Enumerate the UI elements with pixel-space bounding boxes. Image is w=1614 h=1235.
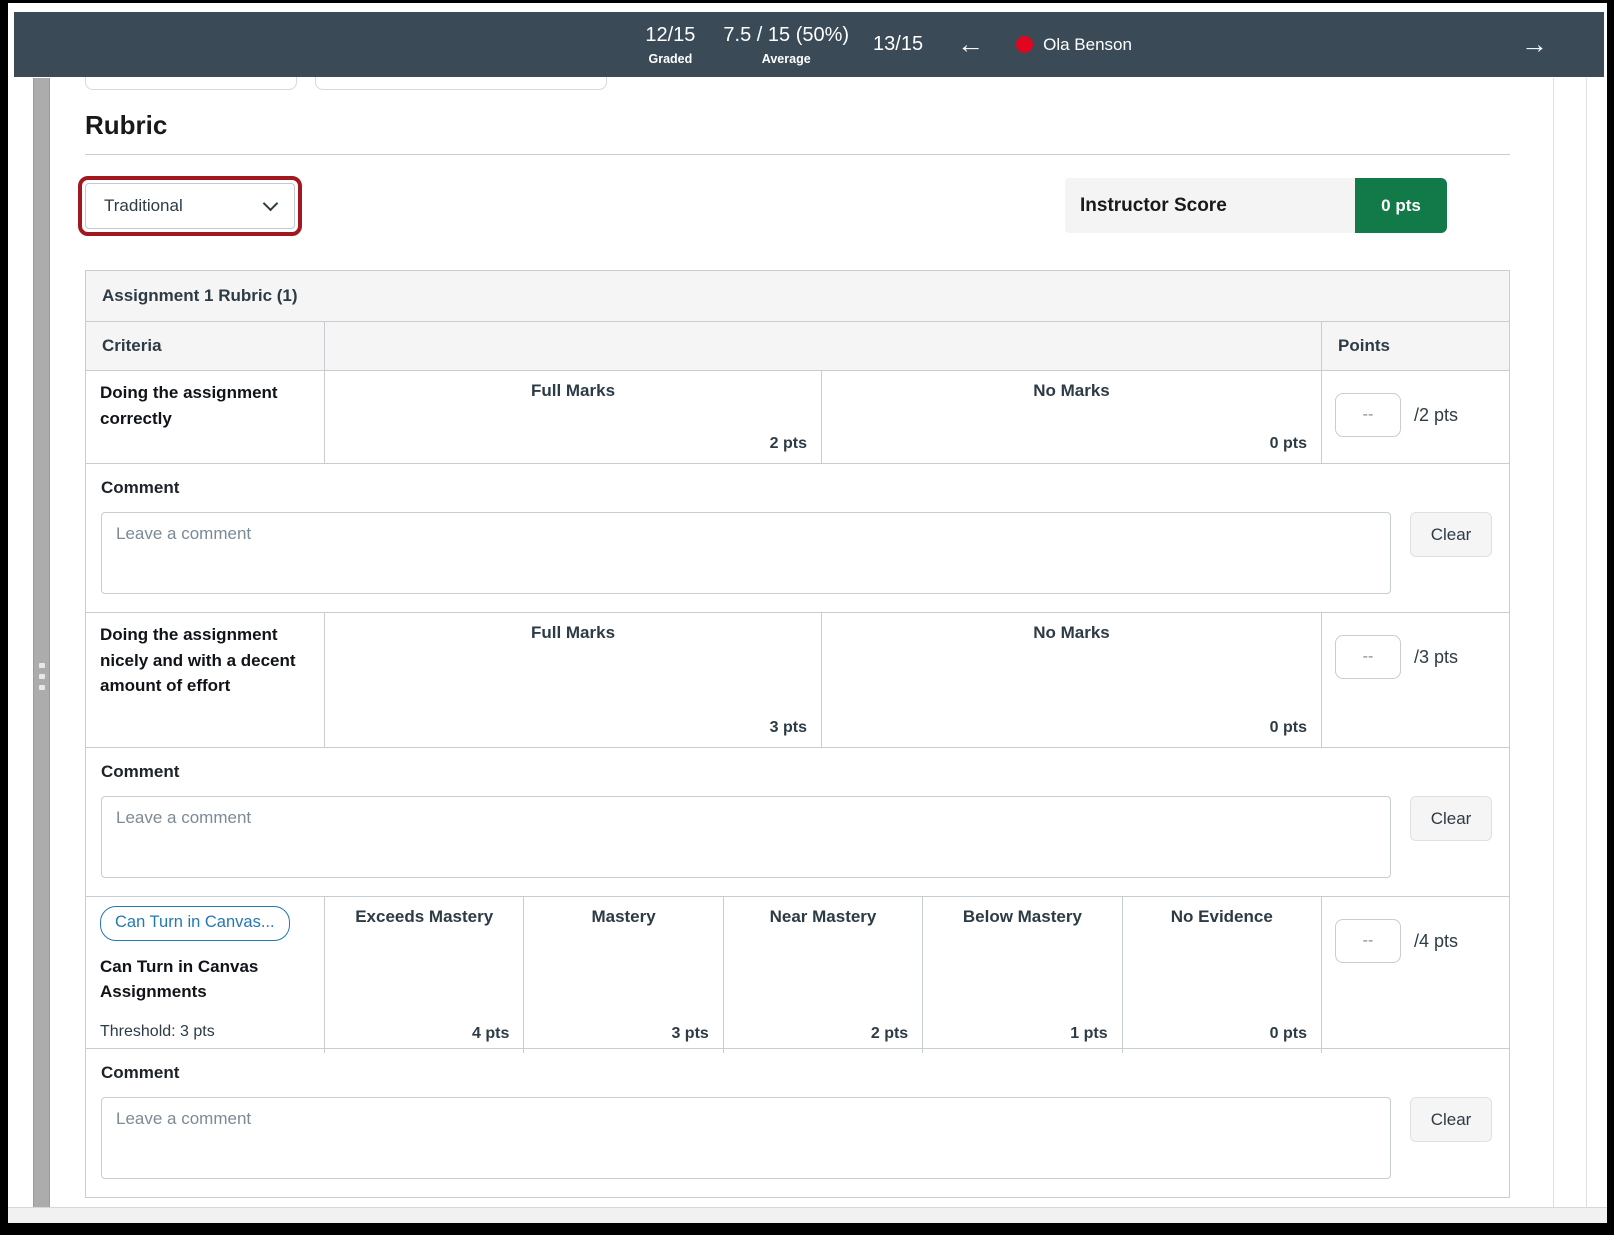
window-border	[0, 0, 8, 1235]
score-input[interactable]	[1334, 919, 1401, 963]
instructor-score: Instructor Score 0 pts	[1065, 178, 1447, 233]
rating-title: Mastery	[591, 907, 656, 926]
graded-stat: 12/15 Graded	[645, 23, 695, 67]
rating-points: 1 pts	[1070, 1024, 1108, 1042]
rating-cell[interactable]: Near Mastery 2 pts	[722, 897, 922, 1053]
points-cell: /3 pts	[1321, 613, 1509, 747]
rating-title: No Marks	[1033, 381, 1110, 400]
points-possible: /2 pts	[1414, 405, 1459, 425]
criterion-threshold: Threshold: 3 pts	[100, 1022, 215, 1040]
rubric-table-title: Assignment 1 Rubric (1)	[86, 271, 1509, 321]
comment-input[interactable]	[101, 796, 1391, 878]
comment-label: Comment	[101, 762, 180, 781]
criterion-title: Can Turn in Canvas Assignments	[100, 956, 259, 1002]
next-student-arrow-icon[interactable]: →	[1521, 31, 1548, 58]
rating-title: Below Mastery	[962, 907, 1082, 926]
previous-student-arrow-icon[interactable]: ←	[957, 31, 984, 58]
rating-cell[interactable]: No Marks 0 pts	[821, 613, 1321, 747]
comment-label: Comment	[101, 1063, 180, 1082]
drag-grip-icon	[39, 663, 45, 668]
points-cell: /2 pts	[1321, 371, 1509, 463]
criterion-row: Doing the assignment nicely and with a d…	[86, 612, 1509, 747]
comment-section: Comment Clear	[86, 1048, 1509, 1197]
rubric-view-value: Traditional	[104, 196, 183, 215]
window-border	[0, 1223, 1614, 1235]
comment-input[interactable]	[101, 512, 1391, 594]
grading-status-bar: 12/15 Graded 7.5 / 15 (50%) Average 13/1…	[14, 12, 1604, 77]
clear-button[interactable]: Clear	[1410, 796, 1492, 841]
comment-input[interactable]	[101, 1097, 1391, 1179]
rating-cell[interactable]: Full Marks 2 pts	[324, 371, 821, 463]
rating-title: Full Marks	[530, 623, 616, 642]
annotation-highlight-ring: Traditional	[78, 176, 302, 236]
rubric-table: Assignment 1 Rubric (1) Criteria Points …	[85, 270, 1510, 1198]
graded-value: 12/15	[645, 23, 696, 46]
rating-cell[interactable]: No Marks 0 pts	[821, 371, 1321, 463]
instructor-score-value: 0 pts	[1355, 178, 1447, 233]
rating-points: 2 pts	[769, 435, 807, 452]
vertical-scrollbar-track[interactable]	[1553, 78, 1587, 1207]
average-stat: 7.5 / 15 (50%) Average	[723, 23, 849, 67]
average-value: 7.5 / 15 (50%)	[723, 23, 850, 46]
drag-grip-icon	[39, 674, 45, 679]
outcome-tag-link[interactable]: Can Turn in Canvas...	[100, 906, 290, 941]
rating-title: No Evidence	[1170, 907, 1273, 926]
criterion-row: Can Turn in Canvas... Can Turn in Canvas…	[86, 896, 1509, 1053]
pane-resize-handle[interactable]	[33, 78, 50, 1207]
ratings-column-header	[324, 322, 1321, 370]
points-column-header: Points	[1321, 322, 1509, 370]
rating-title: Exceeds Mastery	[355, 907, 494, 926]
rubric-view-dropdown[interactable]: Traditional	[85, 183, 295, 229]
instructor-score-label: Instructor Score	[1065, 178, 1355, 233]
horizontal-scrollbar[interactable]	[8, 1207, 1607, 1223]
comment-section: Comment Clear	[86, 463, 1509, 612]
rating-cell[interactable]: Exceeds Mastery 4 pts	[324, 897, 523, 1053]
speedgrader-window: 12/15 Graded 7.5 / 15 (50%) Average 13/1…	[0, 0, 1614, 1235]
criterion-description: Doing the assignment correctly	[100, 383, 278, 428]
page-title: Rubric	[85, 110, 168, 140]
score-input[interactable]	[1335, 635, 1401, 679]
rating-cell[interactable]: Mastery 3 pts	[523, 897, 722, 1053]
rating-points: 0 pts	[1269, 435, 1307, 452]
rating-cell[interactable]: Below Mastery 1 pts	[922, 897, 1121, 1053]
clear-button[interactable]: Clear	[1410, 512, 1492, 557]
comment-label: Comment	[101, 478, 180, 497]
points-possible: /3 pts	[1414, 647, 1459, 667]
rating-points: 0 pts	[1269, 719, 1307, 736]
window-border	[0, 0, 1614, 3]
student-status-dot-icon	[1016, 36, 1034, 53]
current-student[interactable]: Ola Benson	[1016, 35, 1132, 55]
drag-grip-icon	[39, 685, 45, 690]
rating-title: No Marks	[1033, 623, 1110, 642]
window-border	[1607, 0, 1614, 1235]
graded-label: Graded	[648, 51, 693, 66]
student-name: Ola Benson	[1043, 34, 1132, 54]
average-label: Average	[761, 51, 811, 66]
rating-points: 3 pts	[671, 1024, 709, 1042]
rating-points: 3 pts	[769, 719, 807, 736]
rating-title: Near Mastery	[769, 907, 877, 926]
criterion-description: Can Turn in Canvas... Can Turn in Canvas…	[86, 897, 324, 1053]
points-possible: /4 pts	[1413, 931, 1459, 951]
rubric-header-row: Criteria Points	[86, 321, 1509, 370]
title-divider	[85, 154, 1510, 155]
criteria-column-header: Criteria	[86, 322, 324, 370]
comment-section: Comment Clear	[86, 747, 1509, 896]
rating-cell[interactable]: Full Marks 3 pts	[324, 613, 821, 747]
rating-points: 4 pts	[472, 1024, 510, 1042]
chevron-down-icon	[262, 195, 279, 211]
student-position-count: 13/15	[873, 33, 924, 55]
criterion-description: Doing the assignment nicely and with a d…	[100, 625, 296, 695]
points-cell: /4 pts	[1320, 897, 1509, 1053]
rating-cell[interactable]: No Evidence 0 pts	[1121, 897, 1321, 1053]
rating-title: Full Marks	[530, 381, 616, 400]
rating-points: 2 pts	[870, 1024, 909, 1042]
score-input[interactable]	[1335, 393, 1401, 437]
rating-points: 0 pts	[1269, 1024, 1307, 1042]
clear-button[interactable]: Clear	[1410, 1097, 1492, 1142]
criterion-row: Doing the assignment correctly Full Mark…	[86, 370, 1509, 463]
